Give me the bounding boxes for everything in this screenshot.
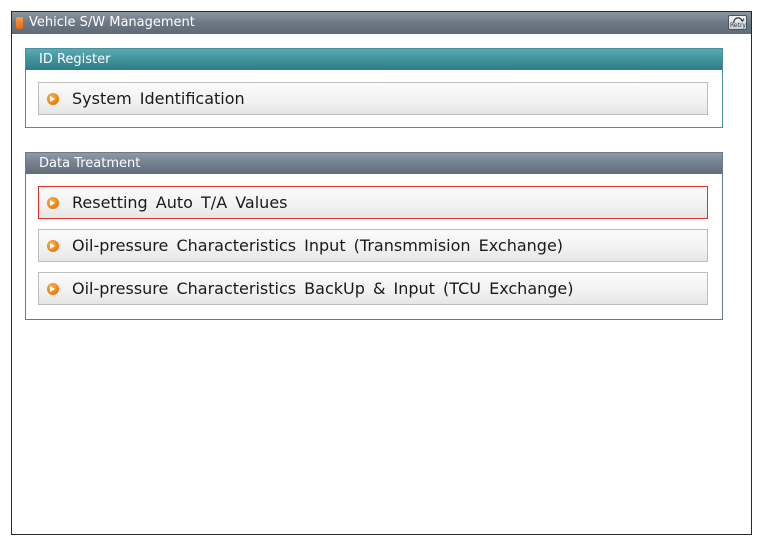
orange-arrow-bullet-icon [47,283,59,295]
data-treatment-panel: Data Treatment Resetting Auto T/A Values… [25,152,723,320]
window-title: Vehicle S/W Management [29,15,195,30]
id-register-panel: ID Register System Identification [25,48,723,128]
orange-arrow-bullet-icon [47,197,59,209]
data-treatment-header: Data Treatment [26,153,722,174]
menu-item-label: Oil-pressure Characteristics Input (Tran… [72,236,564,255]
menu-item-oil-pressure-backup-input-tcu-exchange[interactable]: Oil-pressure Characteristics BackUp & In… [38,272,708,305]
vehicle-sw-management-window: Vehicle S/W Management Retry ID Register… [11,11,752,535]
menu-item-system-identification[interactable]: System Identification [38,82,708,115]
retry-button[interactable]: Retry [728,15,747,30]
vehicle-tag-icon [16,17,23,29]
id-register-header: ID Register [26,49,722,70]
retry-label: Retry [730,22,746,29]
menu-item-label: Oil-pressure Characteristics BackUp & In… [72,279,574,298]
title-bar: Vehicle S/W Management Retry [12,12,751,34]
orange-arrow-bullet-icon [47,240,59,252]
menu-item-label: Resetting Auto T/A Values [72,193,288,212]
menu-item-resetting-auto-ta-values[interactable]: Resetting Auto T/A Values [38,186,708,219]
menu-item-label: System Identification [72,89,245,108]
orange-arrow-bullet-icon [47,93,59,105]
menu-item-oil-pressure-input-transmission-exchange[interactable]: Oil-pressure Characteristics Input (Tran… [38,229,708,262]
